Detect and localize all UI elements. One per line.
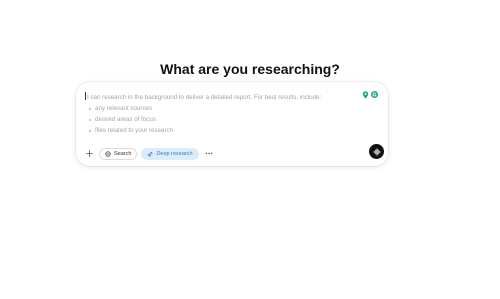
placeholder-bullet: any relevant sources	[85, 103, 358, 114]
location-pin-icon[interactable]	[362, 90, 369, 99]
text-cursor	[85, 92, 86, 100]
search-button-label: Search	[114, 150, 132, 157]
more-options-button[interactable]	[203, 148, 215, 159]
composer-toolbar: Search Deep research	[84, 147, 215, 160]
ellipsis-icon	[205, 152, 212, 155]
page-title: What are you researching?	[160, 61, 340, 77]
grammarly-icon[interactable]	[371, 91, 378, 98]
research-page: What are you researching? I can research…	[0, 0, 500, 299]
plus-icon	[86, 150, 93, 157]
telescope-icon	[148, 151, 153, 157]
prompt-intro-line: I can research in the background to deli…	[85, 92, 358, 103]
deep-research-button-label: Deep research	[156, 150, 193, 157]
location-pin-icon-graphic	[362, 90, 369, 99]
extension-icons	[362, 90, 378, 99]
voice-mode-button[interactable]	[369, 144, 384, 159]
placeholder-bullet-list: any relevant sources desired areas of fo…	[85, 103, 358, 136]
deep-research-button[interactable]: Deep research	[141, 147, 199, 160]
voice-waveform-icon	[373, 147, 380, 156]
prompt-input[interactable]: I can research in the background to deli…	[85, 92, 358, 136]
search-button[interactable]: Search	[99, 147, 138, 160]
add-attachment-button[interactable]	[84, 148, 95, 159]
grammarly-icon-graphic	[372, 92, 377, 97]
composer-card: I can research in the background to deli…	[76, 82, 388, 166]
globe-icon	[105, 150, 111, 157]
placeholder-intro: I can research in the background to deli…	[87, 94, 322, 101]
placeholder-bullet: desired areas of focus	[85, 114, 358, 125]
placeholder-bullet: files related to your research	[85, 125, 358, 136]
